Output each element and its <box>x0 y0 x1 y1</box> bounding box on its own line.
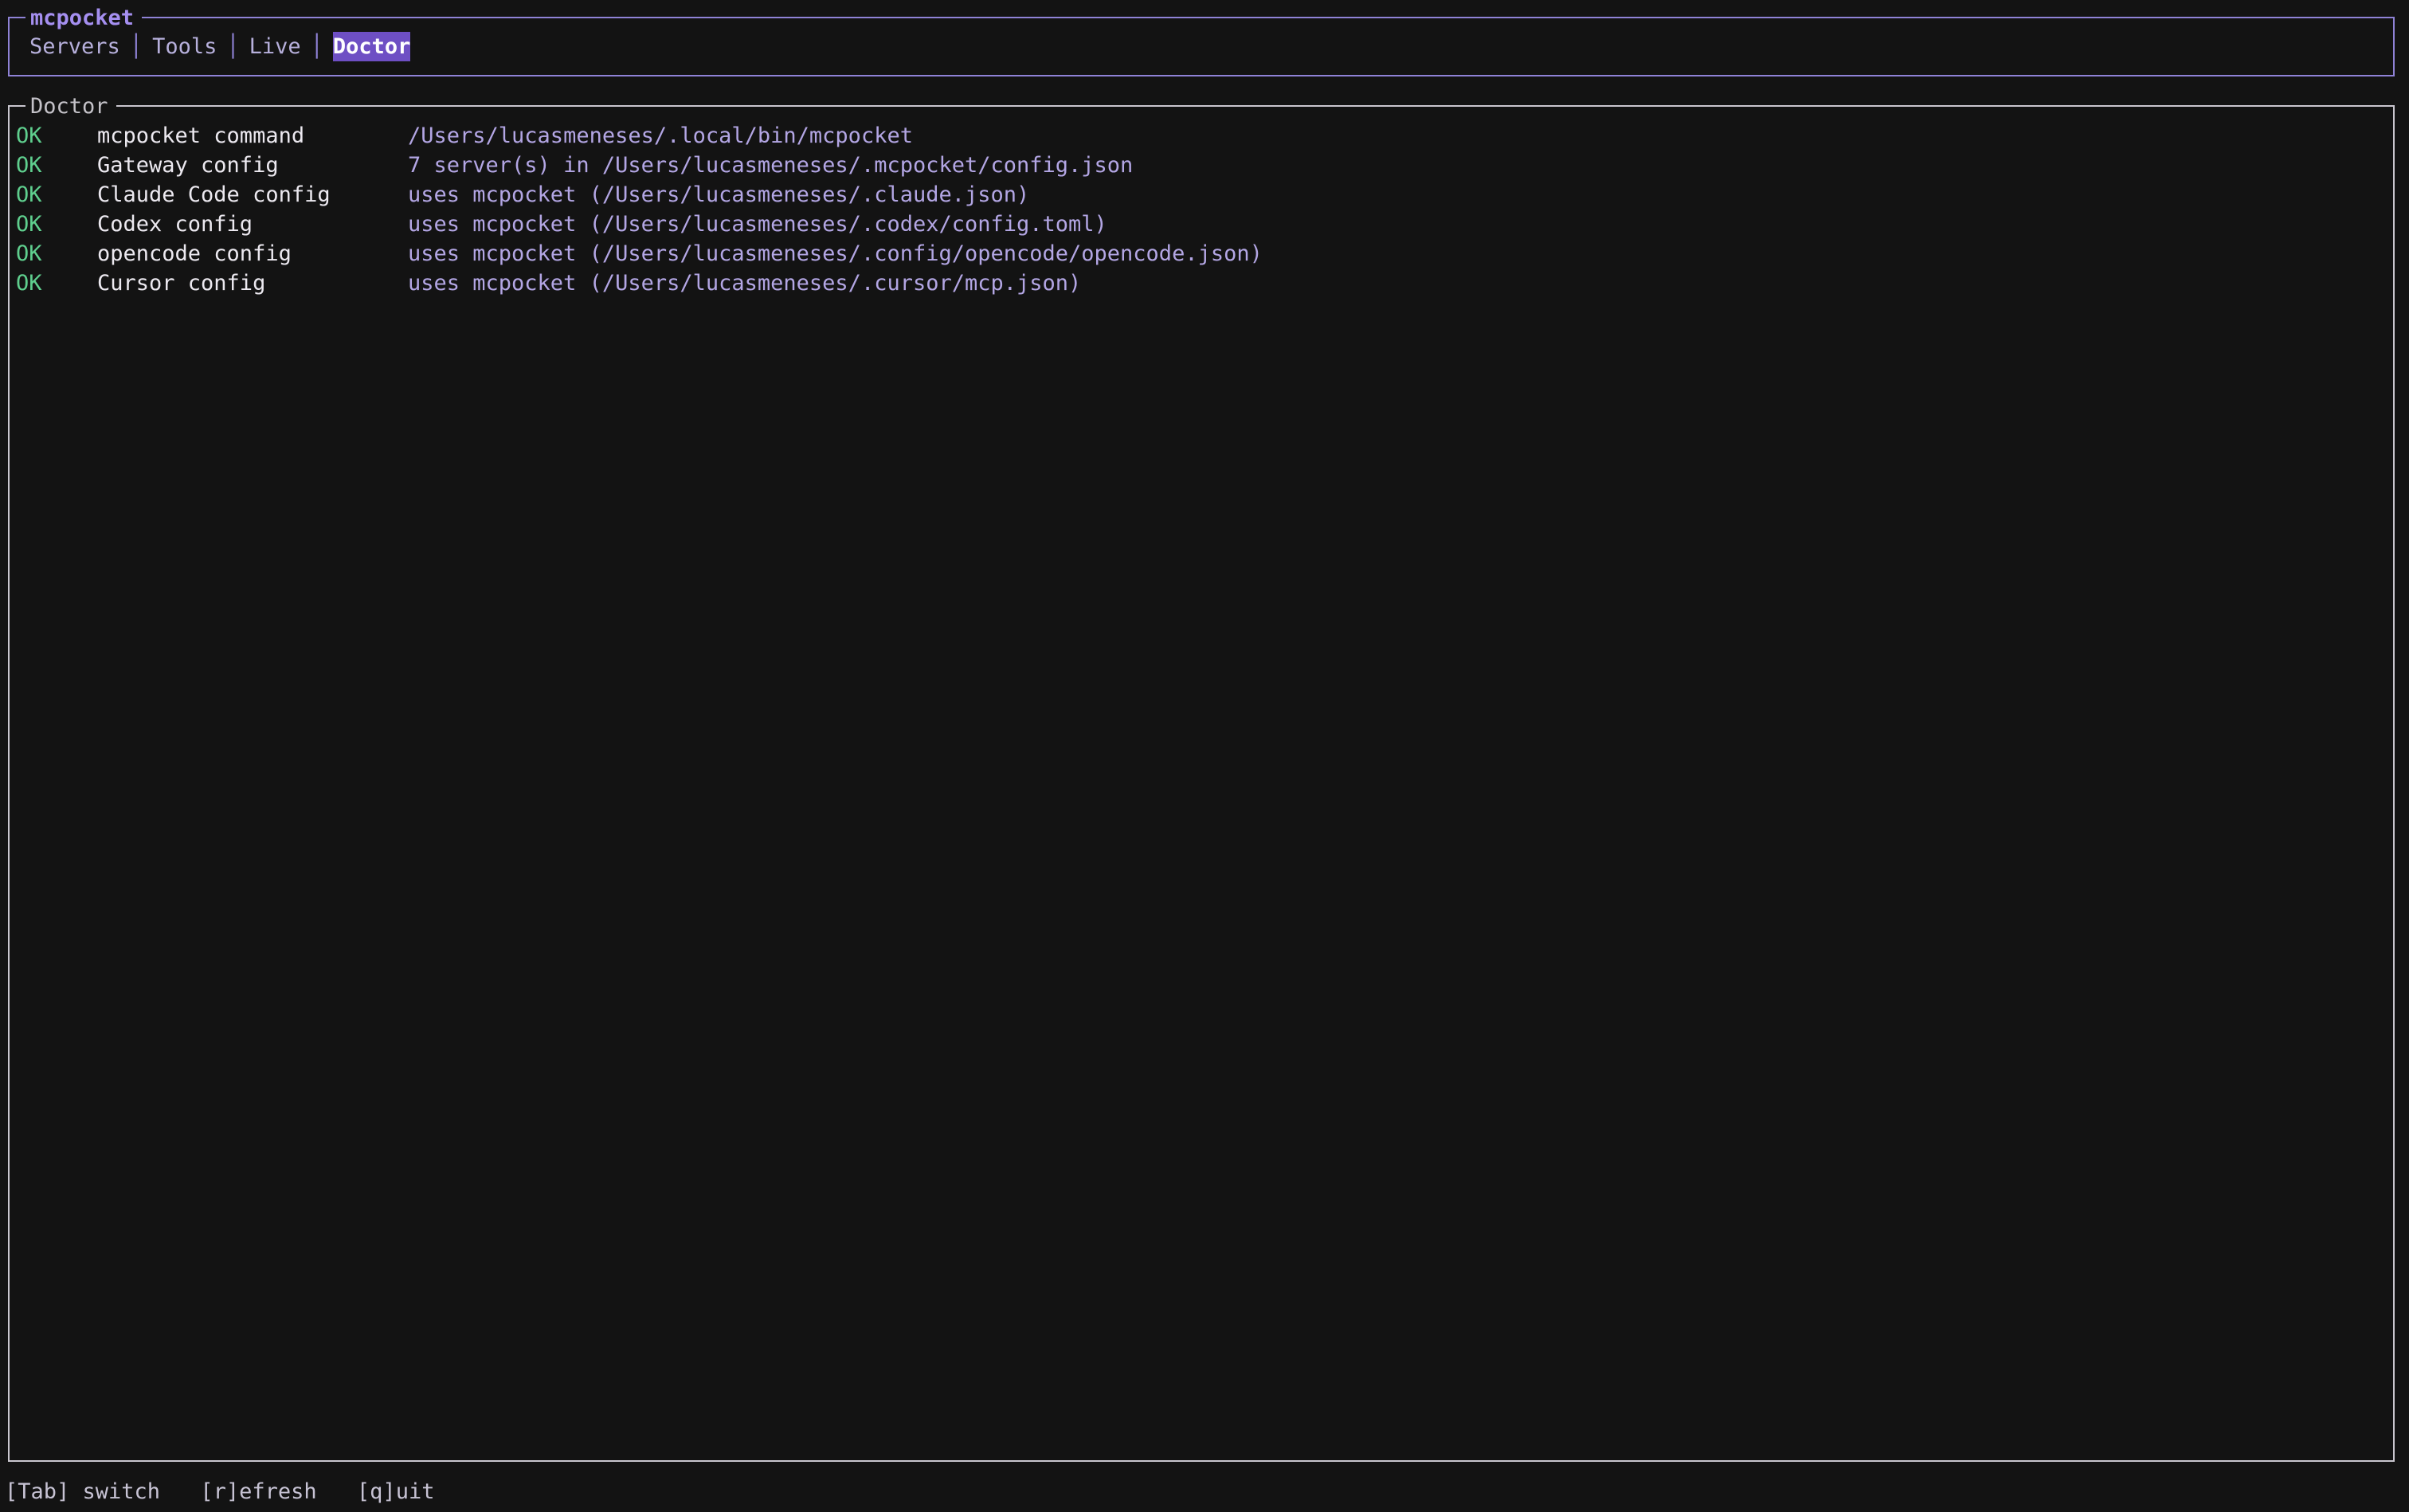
tab-separator: │ <box>310 34 323 59</box>
check-detail: 7 server(s) in /Users/lucasmeneses/.mcpo… <box>408 153 1134 178</box>
check-row-mcpocket-command: OK mcpocket command /Users/lucasmeneses/… <box>16 121 1263 151</box>
panel-title: Doctor <box>25 92 116 121</box>
app-title: mcpocket <box>25 3 143 33</box>
check-row-claude-code-config: OK Claude Code config uses mcpocket (/Us… <box>16 180 1263 210</box>
check-row-gateway-config: OK Gateway config 7 server(s) in /Users/… <box>16 151 1263 180</box>
check-detail: uses mcpocket (/Users/lucasmeneses/.clau… <box>408 182 1030 207</box>
check-detail: uses mcpocket (/Users/lucasmeneses/.curs… <box>408 271 1082 296</box>
tab-separator: │ <box>129 34 143 59</box>
check-detail: uses mcpocket (/Users/lucasmeneses/.code… <box>408 212 1107 237</box>
check-detail: uses mcpocket (/Users/lucasmeneses/.conf… <box>408 241 1263 266</box>
check-name: mcpocket command <box>97 123 305 148</box>
keybinding-hints: [Tab] switch [r]efresh [q]uit <box>5 1477 461 1506</box>
hint-quit: [q]uit <box>356 1479 435 1504</box>
check-name: opencode config <box>97 241 292 266</box>
tab-doctor[interactable]: Doctor <box>332 32 411 61</box>
tab-tools[interactable]: Tools <box>144 32 225 61</box>
status-badge: OK <box>16 153 42 178</box>
status-badge: OK <box>16 182 42 207</box>
check-row-cursor-config: OK Cursor config uses mcpocket (/Users/l… <box>16 268 1263 298</box>
status-badge: OK <box>16 271 42 296</box>
check-row-codex-config: OK Codex config uses mcpocket (/Users/lu… <box>16 210 1263 239</box>
hint-switch: [Tab] switch <box>5 1479 161 1504</box>
status-badge: OK <box>16 123 42 148</box>
hint-refresh: [r]efresh <box>200 1479 317 1504</box>
tab-separator: │ <box>226 34 240 59</box>
check-name: Codex config <box>97 212 253 237</box>
status-badge: OK <box>16 212 42 237</box>
status-badge: OK <box>16 241 42 266</box>
doctor-panel: Doctor <box>8 92 2395 1462</box>
tab-bar: Servers │ Tools │ Live │ Doctor <box>22 32 418 61</box>
tab-live[interactable]: Live <box>241 32 309 61</box>
check-name: Cursor config <box>97 271 266 296</box>
check-row-opencode-config: OK opencode config uses mcpocket (/Users… <box>16 239 1263 268</box>
check-list: OK mcpocket command /Users/lucasmeneses/… <box>16 121 1263 298</box>
check-name: Gateway config <box>97 153 279 178</box>
check-detail: /Users/lucasmeneses/.local/bin/mcpocket <box>408 123 913 148</box>
tab-servers[interactable]: Servers <box>22 32 128 61</box>
check-name: Claude Code config <box>97 182 331 207</box>
